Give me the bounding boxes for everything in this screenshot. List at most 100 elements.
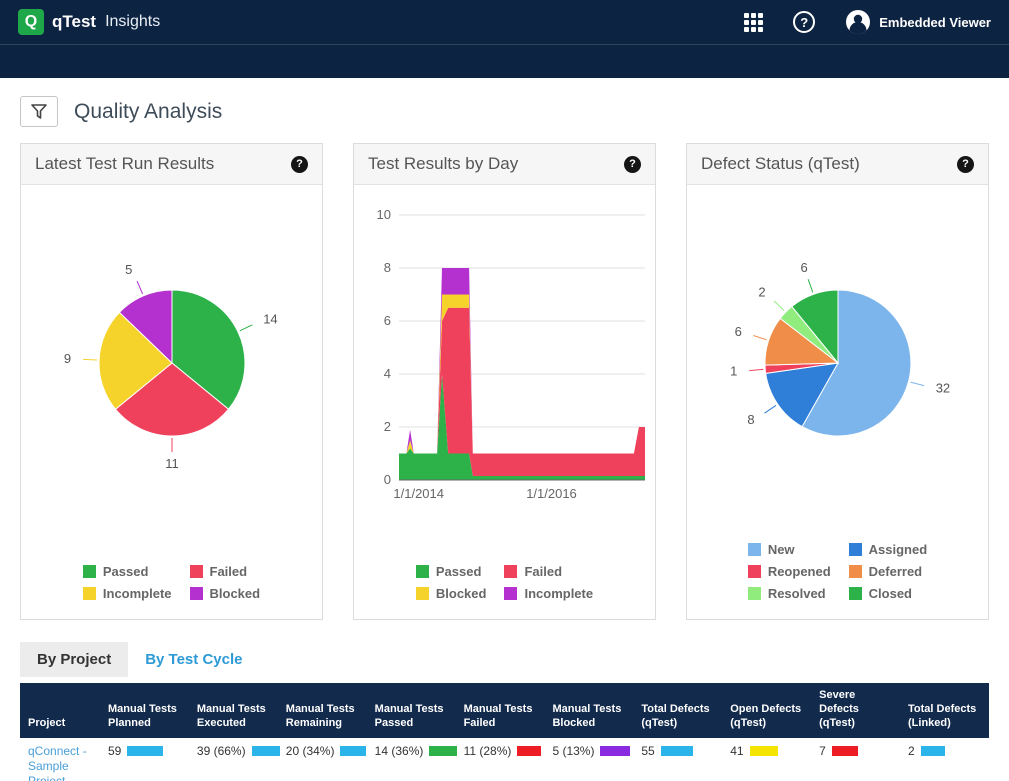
- product-name: Insights: [105, 13, 160, 31]
- qtest-logo-letter: Q: [25, 13, 37, 31]
- legend-item-blocked[interactable]: Blocked: [190, 586, 261, 601]
- sub-navbar: [0, 44, 1009, 78]
- table-row: qConnect - Sample Project5939 (66%)20 (3…: [20, 738, 989, 781]
- pie-label-line: [774, 301, 784, 311]
- pie-value-label: 11: [165, 456, 179, 471]
- filter-button[interactable]: [20, 96, 58, 127]
- legend-item-failed[interactable]: Failed: [190, 564, 261, 579]
- metric-bar: [750, 746, 778, 756]
- legend-label: Assigned: [869, 542, 928, 557]
- legend-label: Deferred: [869, 564, 922, 579]
- card-header: Test Results by Day ?: [354, 144, 655, 185]
- pie-value-label: 2: [758, 285, 765, 300]
- legend-swatch: [416, 565, 429, 578]
- metric-bar: [832, 746, 858, 756]
- legend-item-failed[interactable]: Failed: [504, 564, 593, 579]
- metric-value: 39 (66%): [197, 744, 246, 758]
- pie-chart-test-run-results[interactable]: 141195: [22, 185, 322, 525]
- y-tick-label: 2: [383, 419, 390, 434]
- main-content: Quality Analysis Latest Test Run Results…: [0, 78, 1009, 781]
- pie-value-label: 1: [730, 364, 737, 379]
- legend-item-new[interactable]: New: [748, 542, 831, 557]
- legend-swatch: [83, 565, 96, 578]
- user-avatar-icon: [845, 9, 871, 35]
- table-header-row: ProjectManual Tests PlannedManual Tests …: [20, 683, 989, 738]
- pie-value-label: 8: [747, 412, 754, 427]
- card-header: Defect Status (qTest) ?: [687, 144, 988, 185]
- column-header: Open Defects (qTest): [722, 683, 811, 738]
- apps-grid-icon[interactable]: [744, 13, 763, 32]
- legend-item-passed[interactable]: Passed: [416, 564, 487, 579]
- y-tick-label: 0: [383, 472, 390, 487]
- column-header: Total Defects (qTest): [633, 683, 722, 738]
- metric-value: 5 (13%): [552, 744, 594, 758]
- metric-bar: [600, 746, 630, 756]
- card-help-icon[interactable]: ?: [957, 156, 974, 173]
- qtest-logo[interactable]: Q: [18, 9, 44, 35]
- metric-value: 55: [641, 744, 654, 758]
- y-tick-label: 8: [383, 260, 390, 275]
- legend-swatch: [504, 587, 517, 600]
- legend-label: Blocked: [436, 586, 487, 601]
- tab-by-test-cycle[interactable]: By Test Cycle: [128, 642, 259, 677]
- legend-item-reopened[interactable]: Reopened: [748, 564, 831, 579]
- metric-bar: [127, 746, 163, 756]
- pie-value-label: 5: [125, 262, 132, 277]
- area-series-incomplete[interactable]: [399, 268, 645, 454]
- legend-item-passed[interactable]: Passed: [83, 564, 172, 579]
- pie-label-line: [83, 359, 97, 360]
- tab-by-project[interactable]: By Project: [20, 642, 128, 677]
- card-latest-test-run-results: Latest Test Run Results ? 141195 PassedF…: [20, 143, 323, 620]
- legend-swatch: [190, 587, 203, 600]
- legend-label: Failed: [210, 564, 248, 579]
- legend-label: Closed: [869, 586, 912, 601]
- pie-value-label: 9: [63, 351, 70, 366]
- metric-cell: 11 (28%): [456, 738, 545, 781]
- legend-item-blocked[interactable]: Blocked: [416, 586, 487, 601]
- user-menu[interactable]: Embedded Viewer: [845, 9, 991, 35]
- pie-chart-defect-status[interactable]: 3281626: [688, 185, 988, 525]
- table-body: qConnect - Sample Project5939 (66%)20 (3…: [20, 738, 989, 781]
- legend-label: Blocked: [210, 586, 261, 601]
- metric-bar: [429, 746, 457, 756]
- metric-value: 20 (34%): [286, 744, 335, 758]
- legend-item-closed[interactable]: Closed: [849, 586, 928, 601]
- column-header: Severe Defects (qTest): [811, 683, 900, 738]
- legend-swatch: [748, 565, 761, 578]
- legend-label: Incomplete: [524, 586, 593, 601]
- pie-label-line: [239, 325, 252, 331]
- chart-cards: Latest Test Run Results ? 141195 PassedF…: [20, 143, 989, 620]
- legend-item-incomplete[interactable]: Incomplete: [504, 586, 593, 601]
- area-chart-results-by-day[interactable]: 02468101/1/20141/1/2016: [355, 185, 655, 525]
- help-icon[interactable]: ?: [793, 11, 815, 33]
- legend-swatch: [748, 587, 761, 600]
- legend-swatch: [504, 565, 517, 578]
- metric-bar: [517, 746, 541, 756]
- user-name: Embedded Viewer: [879, 15, 991, 30]
- metric-value: 11 (28%): [464, 744, 512, 758]
- x-tick-label: 1/1/2014: [393, 486, 444, 501]
- area-series-failed[interactable]: [399, 308, 645, 476]
- legend-swatch: [83, 587, 96, 600]
- legend-item-assigned[interactable]: Assigned: [849, 542, 928, 557]
- table-tabs: By Project By Test Cycle: [20, 642, 989, 677]
- pie-value-label: 6: [800, 260, 807, 275]
- metric-cell: 41: [722, 738, 811, 781]
- legend-item-deferred[interactable]: Deferred: [849, 564, 928, 579]
- project-link[interactable]: qConnect - Sample Project: [20, 738, 100, 781]
- column-header: Manual Tests Executed: [189, 683, 278, 738]
- project-metrics-table: ProjectManual Tests PlannedManual Tests …: [20, 683, 989, 781]
- y-tick-label: 6: [383, 313, 390, 328]
- legend-label: New: [768, 542, 795, 557]
- legend-item-incomplete[interactable]: Incomplete: [83, 586, 172, 601]
- card-help-icon[interactable]: ?: [291, 156, 308, 173]
- legend-swatch: [849, 543, 862, 556]
- metric-cell: 55: [633, 738, 722, 781]
- card-title: Latest Test Run Results: [35, 154, 214, 174]
- card-help-icon[interactable]: ?: [624, 156, 641, 173]
- brand-name: qTest: [52, 12, 96, 32]
- legend-item-resolved[interactable]: Resolved: [748, 586, 831, 601]
- chart-legend: Passed Failed Blocked Incomplete: [416, 564, 593, 601]
- card-defect-status: Defect Status (qTest) ? 3281626 NewAssig…: [686, 143, 989, 620]
- page-title: Quality Analysis: [74, 100, 222, 124]
